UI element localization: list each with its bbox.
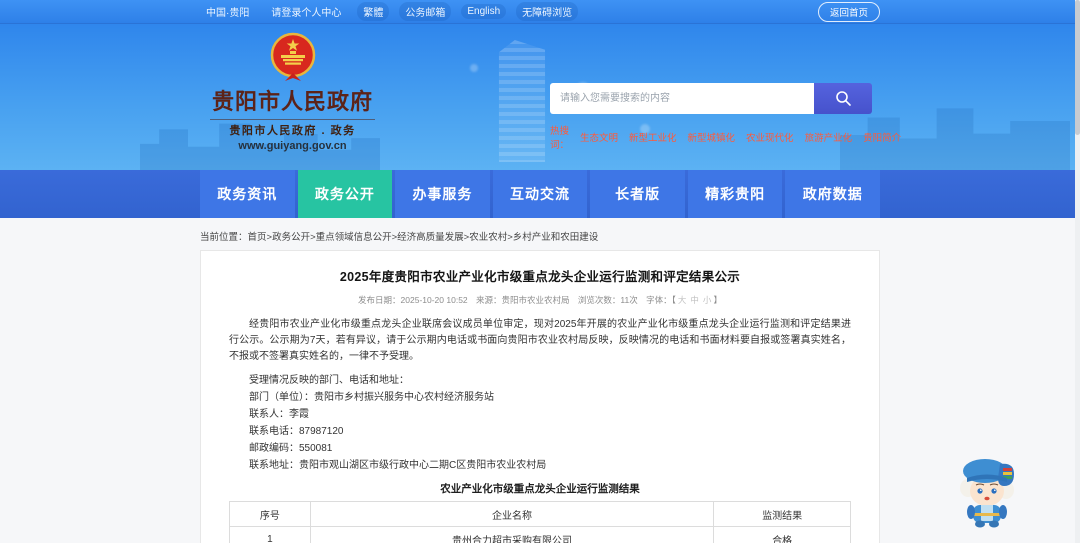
main-nav: 政务资讯 政务公开 办事服务 互动交流 长者版 精彩贵阳 政府数据 bbox=[0, 170, 1080, 218]
font-size-label: 字体：【 bbox=[646, 295, 676, 305]
site-subtitle: 贵阳市人民政府 . 政务 bbox=[229, 125, 356, 137]
hot-search-link[interactable]: 新型工业化 bbox=[629, 130, 677, 144]
nav-item[interactable]: 长者版 bbox=[590, 170, 685, 218]
row-index: 1 bbox=[229, 526, 311, 543]
topbar-link[interactable]: English bbox=[461, 4, 507, 19]
topbar-link[interactable]: 请登录个人中心 bbox=[265, 2, 347, 21]
monitoring-result: 合格 bbox=[713, 526, 851, 543]
return-home-button[interactable]: 返回首页 bbox=[817, 1, 880, 22]
page-root: 中国·贵阳 请登录个人中心 繁體 公务邮箱 English 无障碍浏览 返回首页 bbox=[0, 0, 1080, 543]
company-name: 贵州合力超市采购有限公司 bbox=[309, 526, 715, 543]
content-area: 当前位置：首页>政务公开>重点领域信息公开>经济高质量发展>农业农村>乡村产业和… bbox=[0, 218, 1080, 543]
table-header-cell: 序号 bbox=[229, 501, 311, 527]
hot-search-label: 热搜词： bbox=[550, 126, 570, 151]
topbar-link[interactable]: 公务邮箱 bbox=[399, 2, 452, 21]
font-size-option[interactable]: 大 bbox=[678, 295, 687, 305]
nav-item[interactable]: 精彩贵阳 bbox=[687, 170, 783, 218]
search-button[interactable] bbox=[814, 83, 872, 114]
nav-item[interactable]: 政务资讯 bbox=[200, 170, 295, 218]
hot-search-link[interactable]: 新型城镇化 bbox=[688, 130, 736, 144]
table-row: 1 贵州合力超市采购有限公司 合格 bbox=[229, 526, 851, 543]
mascot-widget[interactable] bbox=[956, 452, 1018, 533]
font-size-option[interactable]: 中 bbox=[690, 295, 699, 305]
search-icon bbox=[835, 91, 851, 106]
scrollbar-track[interactable] bbox=[1075, 0, 1080, 543]
mascot-icon bbox=[960, 459, 1014, 528]
hot-search-bar: 热搜词： 生态文明 新型工业化 新型城镇化 农业现代化 旅游产业化 贵阳简介 bbox=[550, 123, 901, 151]
topbar-link[interactable]: 无障碍浏览 bbox=[516, 2, 579, 21]
topbar: 中国·贵阳 请登录个人中心 繁體 公务邮箱 English 无障碍浏览 返回首页 bbox=[0, 0, 1080, 24]
nav-item[interactable]: 政务公开 bbox=[297, 170, 393, 218]
contact-block: 受理情况反映的部门、电话和地址： 部门（单位）：贵阳市乡村振兴服务中心农村经济服… bbox=[229, 372, 851, 474]
article-paragraph: 经贵阳市农业产业化市级重点龙头企业联席会议成员单位审定，现对2025年开展的农业… bbox=[229, 319, 851, 362]
publish-date: 发布日期：2025-10-20 10:52 bbox=[358, 295, 468, 305]
contact-line: 受理情况反映的部门、电话和地址： bbox=[249, 375, 409, 386]
table-header-row: 序号 企业名称 监测结果 bbox=[229, 501, 851, 527]
contact-line: 联系人：李霞 bbox=[249, 409, 309, 420]
nav-item[interactable]: 互动交流 bbox=[492, 170, 588, 218]
breadcrumb-label: 当前位置： bbox=[200, 232, 248, 243]
nav-item[interactable]: 办事服务 bbox=[395, 170, 490, 218]
font-size-option[interactable]: 小 bbox=[703, 295, 712, 305]
topbar-links: 中国·贵阳 请登录个人中心 繁體 公务邮箱 English 无障碍浏览 bbox=[200, 2, 588, 21]
contact-line: 邮政编码：550081 bbox=[249, 443, 333, 454]
contact-line: 部门（单位）：贵阳市乡村振兴服务中心农村经济服务站 bbox=[249, 392, 494, 403]
monitoring-results-table: 序号企业名称监测结果 1 贵州合力超市采购有限公司 合格 2 bbox=[229, 501, 851, 543]
search-input[interactable] bbox=[550, 83, 814, 114]
national-emblem-icon bbox=[270, 32, 315, 81]
logo-divider bbox=[210, 119, 375, 120]
table-caption: 农业产业化市级重点龙头企业运行监测结果 bbox=[440, 483, 640, 495]
topbar-link[interactable]: 中国·贵阳 bbox=[200, 2, 255, 21]
contact-line: 联系电话：87987120 bbox=[249, 426, 344, 437]
search-area: 热搜词： 生态文明 新型工业化 新型城镇化 农业现代化 旅游产业化 bbox=[550, 24, 901, 170]
table-header-cell: 企业名称 bbox=[309, 501, 715, 527]
scrollbar-thumb[interactable] bbox=[1075, 0, 1080, 135]
contact-line: 联系地址：贵阳市观山湖区市级行政中心二期C区贵阳市农业农村局 bbox=[249, 460, 547, 471]
hot-search-link[interactable]: 贵阳简介 bbox=[863, 130, 901, 144]
hot-search-link[interactable]: 旅游产业化 bbox=[805, 130, 853, 144]
site-logo[interactable]: 贵阳市人民政府 贵阳市人民政府 . 政务 www.guiyang.gov.cn bbox=[200, 24, 385, 170]
view-count: 浏览次数：11次 bbox=[577, 295, 638, 305]
article-meta: 发布日期：2025-10-20 10:52 来源：贵阳市农业农村局 浏览次数：1… bbox=[229, 294, 851, 306]
hot-search-link[interactable]: 农业现代化 bbox=[746, 130, 794, 144]
site-url: www.guiyang.gov.cn bbox=[238, 140, 347, 152]
article-source: 来源：贵阳市农业农村局 bbox=[476, 295, 570, 305]
breadcrumb[interactable]: 当前位置：首页>政务公开>重点领域信息公开>经济高质量发展>农业农村>乡村产业和… bbox=[200, 227, 880, 250]
hot-search-link[interactable]: 生态文明 bbox=[580, 130, 618, 144]
site-title: 贵阳市人民政府 bbox=[211, 89, 373, 114]
breadcrumb-path: 首页>政务公开>重点领域信息公开>经济高质量发展>农业农村>乡村产业和农田建设 bbox=[247, 232, 599, 243]
article-title: 2025年度贵阳市农业产业化市级重点龙头企业运行监测和评定结果公示 bbox=[339, 270, 741, 284]
table-header-cell: 监测结果 bbox=[713, 501, 851, 527]
font-size-close: 】 bbox=[713, 295, 722, 305]
article-card: 2025年度贵阳市农业产业化市级重点龙头企业运行监测和评定结果公示 发布日期：2… bbox=[200, 250, 880, 543]
site-banner: 贵阳市人民政府 贵阳市人民政府 . 政务 www.guiyang.gov.cn bbox=[0, 24, 1080, 170]
table-body: 1 贵州合力超市采购有限公司 合格 2 贵州友禾种业有限公司 合格 bbox=[229, 526, 851, 543]
nav-item[interactable]: 政府数据 bbox=[785, 170, 881, 218]
topbar-link[interactable]: 繁體 bbox=[357, 2, 390, 21]
